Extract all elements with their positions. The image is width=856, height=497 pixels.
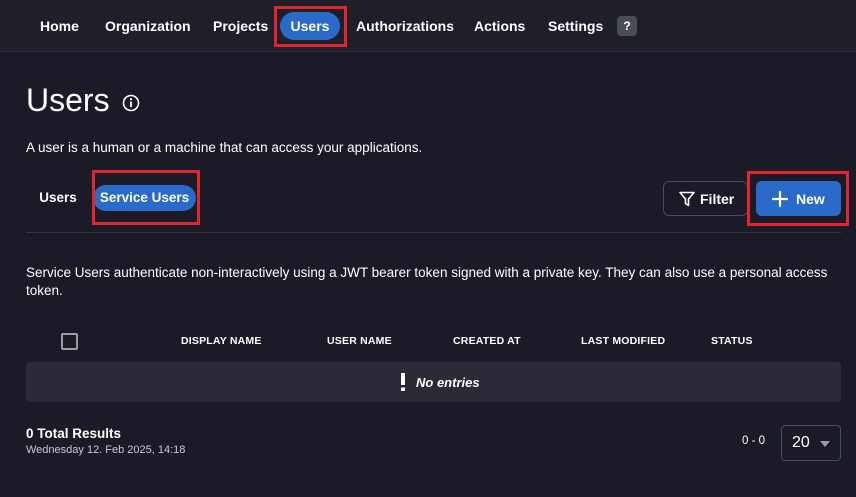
- col-user-name[interactable]: USER NAME: [327, 335, 392, 347]
- nav-settings[interactable]: Settings: [548, 12, 603, 40]
- plus-icon: [772, 191, 788, 207]
- new-label: New: [796, 191, 825, 207]
- filter-button[interactable]: Filter: [663, 181, 748, 216]
- page-size-select[interactable]: 20: [781, 425, 841, 461]
- nav-authorizations[interactable]: Authorizations: [356, 12, 454, 40]
- exclamation-icon: [401, 373, 405, 391]
- info-icon[interactable]: [122, 94, 140, 112]
- section-description: Service Users authenticate non-interacti…: [26, 265, 828, 298]
- page-size-value: 20: [792, 434, 810, 451]
- page-title: Users: [26, 82, 110, 118]
- divider: [26, 232, 841, 233]
- tab-service-users[interactable]: Service Users: [93, 185, 196, 211]
- empty-text: No entries: [416, 375, 480, 390]
- col-status[interactable]: STATUS: [711, 335, 753, 347]
- total-results: 0 Total Results: [26, 426, 122, 441]
- filter-label: Filter: [700, 191, 735, 207]
- col-display-name[interactable]: DISPLAY NAME: [181, 335, 262, 347]
- nav-actions[interactable]: Actions: [474, 12, 525, 40]
- nav-users[interactable]: Users: [280, 12, 340, 40]
- nav-organization[interactable]: Organization: [105, 12, 191, 40]
- col-last-modified[interactable]: LAST MODIFIED: [581, 335, 665, 347]
- pagination-range: 0 - 0: [742, 435, 766, 447]
- new-button[interactable]: New: [756, 181, 841, 216]
- top-navigation: Home Organization Projects Users Authori…: [0, 0, 856, 52]
- help-button[interactable]: ?: [617, 16, 637, 36]
- nav-home[interactable]: Home: [40, 12, 79, 40]
- chevron-down-icon: [820, 441, 830, 447]
- timestamp: Wednesday 12. Feb 2025, 14:18: [26, 444, 186, 456]
- select-all-checkbox[interactable]: [61, 333, 78, 350]
- nav-projects[interactable]: Projects: [213, 12, 268, 40]
- filter-icon: [679, 191, 695, 207]
- col-created-at[interactable]: CREATED AT: [453, 335, 521, 347]
- tab-users[interactable]: Users: [30, 185, 86, 211]
- table-header: DISPLAY NAME USER NAME CREATED AT LAST M…: [26, 324, 841, 360]
- empty-table-row: No entries: [26, 362, 841, 402]
- page-description: A user is a human or a machine that can …: [26, 140, 423, 155]
